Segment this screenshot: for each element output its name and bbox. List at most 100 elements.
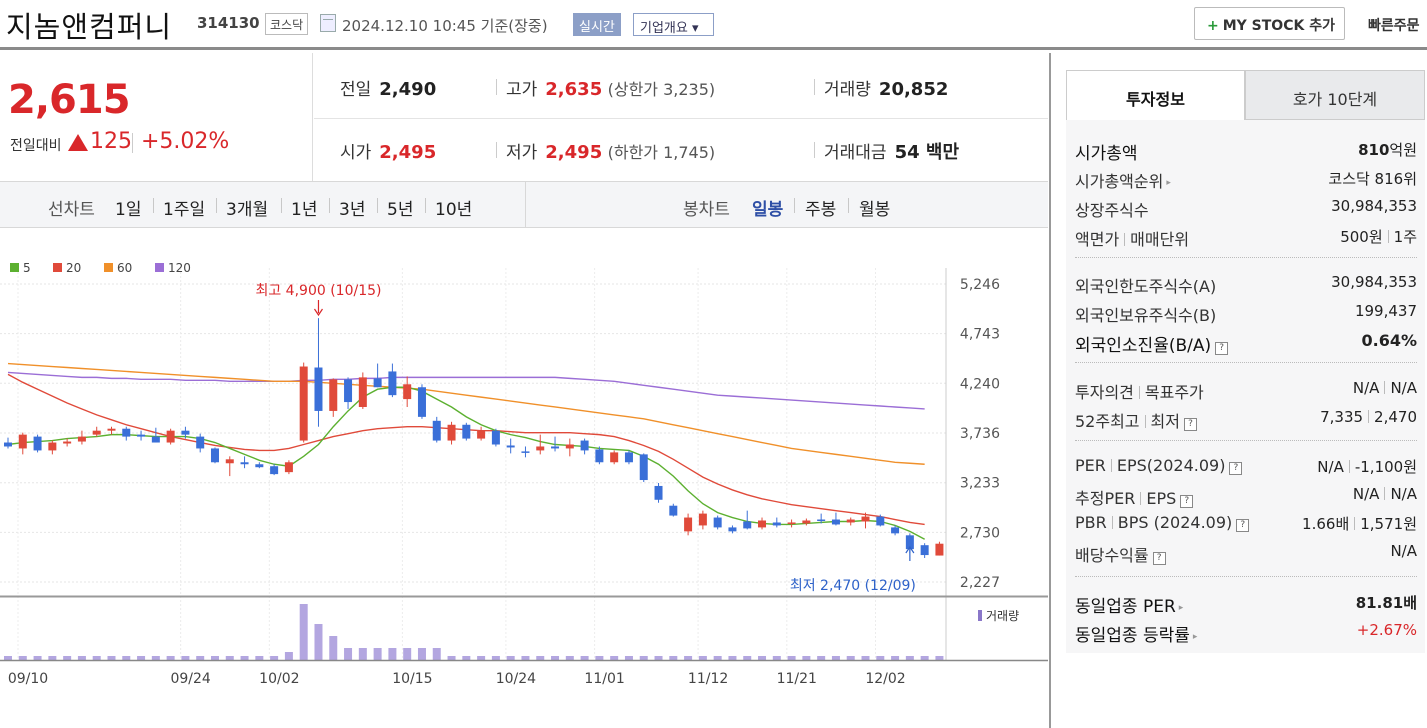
period-1w[interactable]: 1주일 xyxy=(163,195,205,220)
divider xyxy=(525,182,526,228)
realtime-button[interactable]: 실시간 xyxy=(573,13,621,36)
volume-bar xyxy=(891,656,900,660)
candle-daily[interactable]: 일봉 xyxy=(752,195,783,220)
period-1d[interactable]: 1일 xyxy=(115,195,141,220)
x-tick-label: 09/10 xyxy=(8,671,48,687)
caret-right-icon: ▸ xyxy=(1166,178,1171,188)
help-icon[interactable]: ? xyxy=(1152,552,1166,565)
market-cap-number: 810 xyxy=(1358,141,1390,159)
pbr-value: 1.66배 xyxy=(1302,515,1350,533)
volume-bar xyxy=(137,656,146,660)
price-chart[interactable]: 5 20 60 120 최고 4,900 (10/15) 최저 2,470 (12/09… xyxy=(0,228,1048,728)
candle xyxy=(802,520,811,524)
quick-order-link[interactable]: 빠른주문 xyxy=(1368,15,1420,35)
period-5y[interactable]: 5년 xyxy=(387,195,413,220)
add-mystock-button[interactable]: + MY STOCK 추가 xyxy=(1194,7,1345,40)
caret-right-icon: ▸ xyxy=(1192,632,1198,642)
row-52week: 52주최고 최저? 7,335 2,470 xyxy=(1075,405,1417,431)
help-icon[interactable]: ? xyxy=(1180,495,1194,508)
volume-bar xyxy=(270,656,279,660)
volume-bar xyxy=(920,656,929,660)
divider xyxy=(329,198,330,213)
tab-order-book[interactable]: 호가 10단계 xyxy=(1245,70,1425,120)
value: 81.81배 xyxy=(1356,592,1417,613)
candle xyxy=(151,436,160,443)
help-icon[interactable]: ? xyxy=(1236,519,1250,532)
row-market-cap-rank[interactable]: 시가총액순위 ▸ 코스닥 816위 xyxy=(1075,165,1417,191)
period-3y[interactable]: 3년 xyxy=(339,195,365,220)
period-3m[interactable]: 3개월 xyxy=(226,195,268,220)
stat-label: 거래량 xyxy=(824,80,871,100)
stat-value: 2,495 xyxy=(545,142,603,163)
candle xyxy=(18,434,27,449)
y-tick-label: 3,736 xyxy=(960,426,1000,442)
label-text: 동일업종 등락률 xyxy=(1075,626,1190,646)
label-text: EPS xyxy=(1146,489,1177,508)
candle xyxy=(639,454,648,481)
legend-swatch xyxy=(10,263,19,272)
candle xyxy=(107,428,116,431)
candle xyxy=(137,434,146,437)
value: 1.66배 1,571원 xyxy=(1302,513,1417,534)
current-price: 2,615 xyxy=(8,77,131,123)
low-annotation: 최저 2,470 (12/09) xyxy=(790,578,916,594)
candle xyxy=(610,452,619,463)
divider xyxy=(1368,410,1370,423)
line-chart-label: 선차트 xyxy=(48,200,95,220)
help-icon[interactable]: ? xyxy=(1229,462,1243,475)
company-overview-dropdown[interactable]: 기업개요 ▾ xyxy=(633,13,714,36)
volume-bar xyxy=(122,656,131,660)
market-cap-unit: 억원 xyxy=(1389,141,1417,159)
candle xyxy=(713,517,722,528)
period-1y[interactable]: 1년 xyxy=(291,195,317,220)
legend-swatch xyxy=(104,263,113,272)
row-sector-change[interactable]: 동일업종 등락률 ▸ +2.67% xyxy=(1075,618,1417,646)
volume-bar xyxy=(107,656,116,660)
label-text: 배당수익률 xyxy=(1075,546,1149,565)
foreign-ratio-value: 0.64% xyxy=(1361,331,1417,350)
tab-invest-info[interactable]: 투자정보 xyxy=(1066,70,1245,120)
candlestick-chart-svg[interactable]: 5 20 60 120 최고 4,900 (10/15) 최저 2,470 (12/09… xyxy=(0,228,1048,728)
volume-bar xyxy=(240,656,249,660)
plus-icon: + xyxy=(1207,18,1219,34)
divider xyxy=(814,142,815,158)
candle xyxy=(329,379,338,411)
w52-low-value: 2,470 xyxy=(1374,408,1417,426)
candle xyxy=(861,516,870,522)
candle xyxy=(846,519,855,523)
row-sector-per[interactable]: 동일업종 PER ▸ 81.81배 xyxy=(1075,589,1417,617)
candle-weekly[interactable]: 주봉 xyxy=(805,195,836,220)
candle-chart-label: 봉차트 xyxy=(683,200,730,220)
volume-bar xyxy=(344,648,353,660)
help-icon[interactable]: ? xyxy=(1215,342,1229,355)
label: 외국인보유주식수(B) xyxy=(1075,306,1217,325)
row-shares: 상장주식수 30,984,353 xyxy=(1075,194,1417,220)
stat-value: 20,852 xyxy=(878,79,949,100)
label: 추정PER EPS? xyxy=(1075,485,1194,509)
volume-bar xyxy=(772,656,781,660)
candle xyxy=(462,424,471,439)
value: N/A N/A xyxy=(1353,485,1417,503)
volume-bar xyxy=(802,656,811,660)
label: 시가총액순위 ▸ xyxy=(1075,168,1171,192)
x-tick-label: 12/02 xyxy=(865,671,905,687)
diff-value: 125 xyxy=(90,129,132,154)
divider xyxy=(1075,257,1417,258)
candle xyxy=(772,522,781,526)
divider xyxy=(132,133,133,153)
label-text: 투자의견 xyxy=(1075,383,1134,402)
label: 상장주식수 xyxy=(1075,201,1149,220)
candle xyxy=(536,446,545,451)
price-stats: 전일 2,490 고가 2,635 (상한가 3,235) 거래량 20,852 시가… xyxy=(314,53,1048,181)
candle-monthly[interactable]: 월봉 xyxy=(859,195,890,220)
stat-label: 거래대금 xyxy=(824,143,887,163)
value: 199,437 xyxy=(1354,302,1417,320)
candle xyxy=(417,387,426,417)
label: 외국인한도주식수(A) xyxy=(1075,277,1217,296)
candle xyxy=(122,428,131,437)
period-10y[interactable]: 10년 xyxy=(435,195,472,220)
help-icon[interactable]: ? xyxy=(1183,418,1197,431)
row-pbr-bps: PBR BPS (2024.09)? 1.66배 1,571원 xyxy=(1075,510,1417,536)
y-tick-label: 4,743 xyxy=(960,327,1000,343)
candle xyxy=(669,505,678,516)
